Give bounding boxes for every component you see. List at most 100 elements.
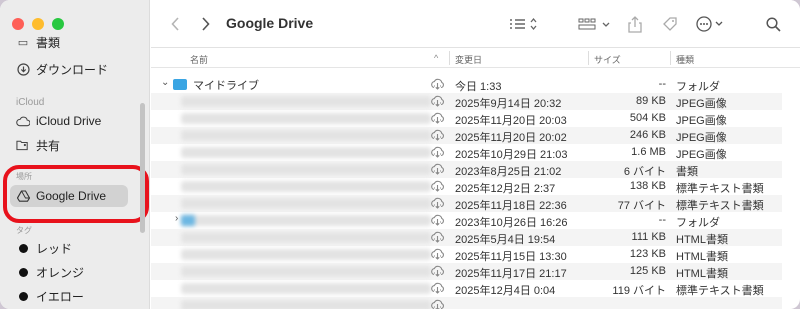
sidebar-item-shared[interactable]: 共有	[10, 134, 128, 156]
finder-window: ▭ 書類 ダウンロード iCloud iCloud Drive 共有 場所 Go…	[0, 0, 800, 309]
table-row[interactable]	[151, 297, 782, 309]
sidebar-item-label: レッド	[36, 241, 73, 256]
file-list: ⌄ マイドライブ 今日 1:33 -- フォルダ 2025年9月14日 20:32 89 K…	[151, 76, 782, 309]
table-row[interactable]: 2025年11月15日 13:30 123 KB HTML書類	[151, 246, 782, 263]
window-title: Google Drive	[226, 15, 314, 31]
table-row[interactable]: 2025年9月14日 20:32 89 KB JPEG画像	[151, 93, 782, 110]
chevron-up-icon[interactable]: ^	[434, 53, 438, 63]
list-scrollbar[interactable]	[790, 70, 796, 305]
table-row[interactable]: 2025年10月29日 21:03 1.6 MB JPEG画像	[151, 144, 782, 161]
cloud-download-icon[interactable]	[430, 129, 445, 144]
close-button[interactable]	[12, 18, 24, 30]
sidebar-item-label: 書類	[36, 35, 61, 50]
cloud-download-icon[interactable]	[430, 197, 445, 212]
grid-icon	[578, 18, 610, 30]
redacted-file-name	[181, 283, 431, 294]
cloud-download-icon[interactable]	[430, 214, 445, 229]
sidebar-tag-orange[interactable]: オレンジ	[10, 261, 128, 283]
table-row[interactable]: 2025年5月4日 19:54 111 KB HTML書類	[151, 229, 782, 246]
list-icon	[510, 17, 537, 31]
share-button[interactable]	[625, 12, 645, 36]
forward-button[interactable]	[195, 12, 215, 36]
file-kind: フォルダ	[676, 217, 720, 229]
column-name[interactable]: 名前	[190, 53, 208, 66]
cloud-download-icon[interactable]	[430, 282, 445, 297]
disclosure-chevron-icon[interactable]: ›	[175, 213, 178, 224]
back-button[interactable]	[165, 12, 185, 36]
redacted-file-name	[181, 96, 431, 107]
sidebar-item-downloads[interactable]: ダウンロード	[10, 58, 128, 80]
folder-icon	[173, 79, 187, 90]
table-row[interactable]: ⌄ マイドライブ 今日 1:33 -- フォルダ	[151, 76, 782, 93]
cloud-download-icon[interactable]	[430, 299, 445, 309]
sidebar-item-label: オレンジ	[36, 265, 85, 280]
cloud-download-icon[interactable]	[430, 231, 445, 246]
sidebar-scrollbar[interactable]	[140, 103, 145, 233]
file-date: 2025年12月2日 2:37	[455, 183, 556, 195]
cloud-download-icon[interactable]	[430, 265, 445, 280]
sidebar-item-label: イエロー	[36, 289, 84, 304]
table-row[interactable]: 2023年8月25日 21:02 6 バイト 書類	[151, 161, 782, 178]
sidebar-tag-red[interactable]: レッド	[10, 237, 128, 259]
cloud-download-icon[interactable]	[430, 112, 445, 127]
tag-button[interactable]	[659, 12, 681, 36]
table-row[interactable]: › 2023年10月26日 16:26 -- フォルダ	[151, 212, 782, 229]
table-row[interactable]: 2025年11月18日 22:36 77 バイト 標準テキスト書類	[151, 195, 782, 212]
cloud-download-icon[interactable]	[430, 146, 445, 161]
file-size: 1.6 MB	[631, 146, 666, 158]
file-date: 2025年11月20日 20:03	[455, 115, 567, 127]
zoom-button[interactable]	[52, 18, 64, 30]
cloud-download-icon[interactable]	[430, 180, 445, 195]
file-name: マイドライブ	[193, 80, 259, 92]
column-kind[interactable]: 種類	[676, 53, 694, 66]
file-kind: JPEG画像	[676, 132, 727, 144]
group-button[interactable]	[576, 12, 616, 36]
section-header-tags: タグ	[16, 226, 32, 235]
file-date: 2025年10月29日 21:03	[455, 149, 568, 161]
cloud-download-icon[interactable]	[430, 163, 445, 178]
minimize-button[interactable]	[32, 18, 44, 30]
cloud-download-icon[interactable]	[430, 248, 445, 263]
file-size: 125 KB	[629, 265, 666, 277]
file-size: --	[658, 214, 666, 226]
redacted-file-name	[181, 147, 431, 158]
view-options-button[interactable]	[506, 12, 542, 36]
disclosure-chevron-icon[interactable]: ⌄	[161, 77, 169, 88]
redacted-file-name	[181, 232, 431, 243]
redacted-file-name	[181, 266, 431, 277]
search-icon	[765, 16, 781, 32]
sidebar-item-documents[interactable]: ▭ 書類	[10, 35, 128, 50]
section-header-icloud: iCloud	[16, 97, 45, 108]
folder-icon	[181, 215, 195, 226]
table-row[interactable]: 2025年11月20日 20:02 246 KB JPEG画像	[151, 127, 782, 144]
file-date: 2025年11月15日 13:30	[455, 251, 567, 263]
sidebar-item-icloud-drive[interactable]: iCloud Drive	[10, 110, 128, 132]
file-kind: フォルダ	[676, 81, 720, 93]
file-size: 123 KB	[629, 248, 666, 260]
sidebar-tag-yellow[interactable]: イエロー	[10, 285, 128, 307]
sidebar-item-label: iCloud Drive	[36, 114, 102, 128]
file-size: 6 バイト	[623, 166, 666, 178]
file-date: 2025年11月18日 22:36	[455, 200, 567, 212]
file-kind: 標準テキスト書類	[676, 200, 764, 212]
table-row[interactable]: 2025年11月20日 20:03 504 KB JPEG画像	[151, 110, 782, 127]
table-row[interactable]: 2025年11月17日 21:17 125 KB HTML書類	[151, 263, 782, 280]
table-row[interactable]: 2025年12月2日 2:37 138 KB 標準テキスト書類	[151, 178, 782, 195]
table-row[interactable]: 2025年12月4日 0:04 119 バイト 標準テキスト書類	[151, 280, 782, 297]
share-icon	[628, 15, 642, 33]
file-date: 2025年9月14日 20:32	[455, 98, 562, 110]
column-size[interactable]: サイズ	[594, 53, 621, 66]
search-button[interactable]	[762, 12, 784, 36]
cloud-download-icon[interactable]	[430, 95, 445, 110]
tag-icon	[663, 17, 677, 31]
file-date: 2025年12月4日 0:04	[455, 285, 556, 297]
file-kind: HTML書類	[676, 234, 728, 246]
file-size: 89 KB	[636, 95, 666, 107]
file-size: 246 KB	[629, 129, 666, 141]
column-date[interactable]: 変更日	[455, 53, 482, 66]
annotation-highlight	[3, 165, 149, 223]
file-size: --	[658, 78, 666, 90]
action-menu-button[interactable]	[695, 12, 729, 36]
cloud-download-icon[interactable]	[430, 78, 445, 93]
redacted-file-name	[181, 181, 431, 192]
